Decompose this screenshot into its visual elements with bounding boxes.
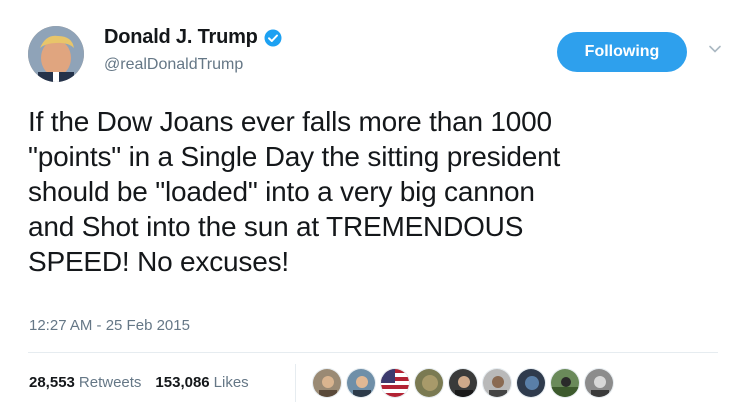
author-name-row: Donald J. Trump [104, 26, 282, 49]
tweet-card: Donald J. Trump @realDonaldTrump Followi… [0, 0, 733, 414]
likes-stat[interactable]: 153,086 Likes [155, 374, 248, 391]
retweets-stat[interactable]: 28,553 Retweets [29, 374, 141, 391]
profile-photo-icon [28, 26, 84, 82]
tweet-timestamp[interactable]: 12:27 AM - 25 Feb 2015 [29, 317, 190, 334]
tweet-text: If the Dow Joans ever falls more than 10… [28, 106, 561, 277]
author-display-name[interactable]: Donald J. Trump [104, 26, 258, 49]
following-button[interactable]: Following [557, 32, 687, 72]
likes-label: Likes [213, 374, 249, 391]
likes-count: 153,086 [155, 374, 210, 391]
verified-badge-icon [264, 29, 282, 47]
liker-avatar[interactable] [516, 368, 546, 398]
tweet-stats: 28,553 Retweets 153,086 Likes [29, 374, 263, 391]
liker-avatar[interactable] [550, 368, 580, 398]
liker-avatar-flag-icon[interactable] [380, 368, 410, 398]
liker-avatar[interactable] [482, 368, 512, 398]
liker-avatar[interactable] [414, 368, 444, 398]
liker-avatars [312, 368, 614, 398]
retweets-count: 28,553 [29, 374, 75, 391]
retweets-label: Retweets [78, 374, 142, 391]
stats-divider [295, 364, 296, 402]
author-avatar[interactable] [28, 26, 84, 82]
divider [28, 352, 718, 353]
author-handle[interactable]: @realDonaldTrump [104, 56, 243, 74]
liker-avatar[interactable] [448, 368, 478, 398]
liker-avatar[interactable] [346, 368, 376, 398]
liker-avatar[interactable] [584, 368, 614, 398]
chevron-down-icon[interactable] [708, 42, 722, 56]
liker-avatar[interactable] [312, 368, 342, 398]
